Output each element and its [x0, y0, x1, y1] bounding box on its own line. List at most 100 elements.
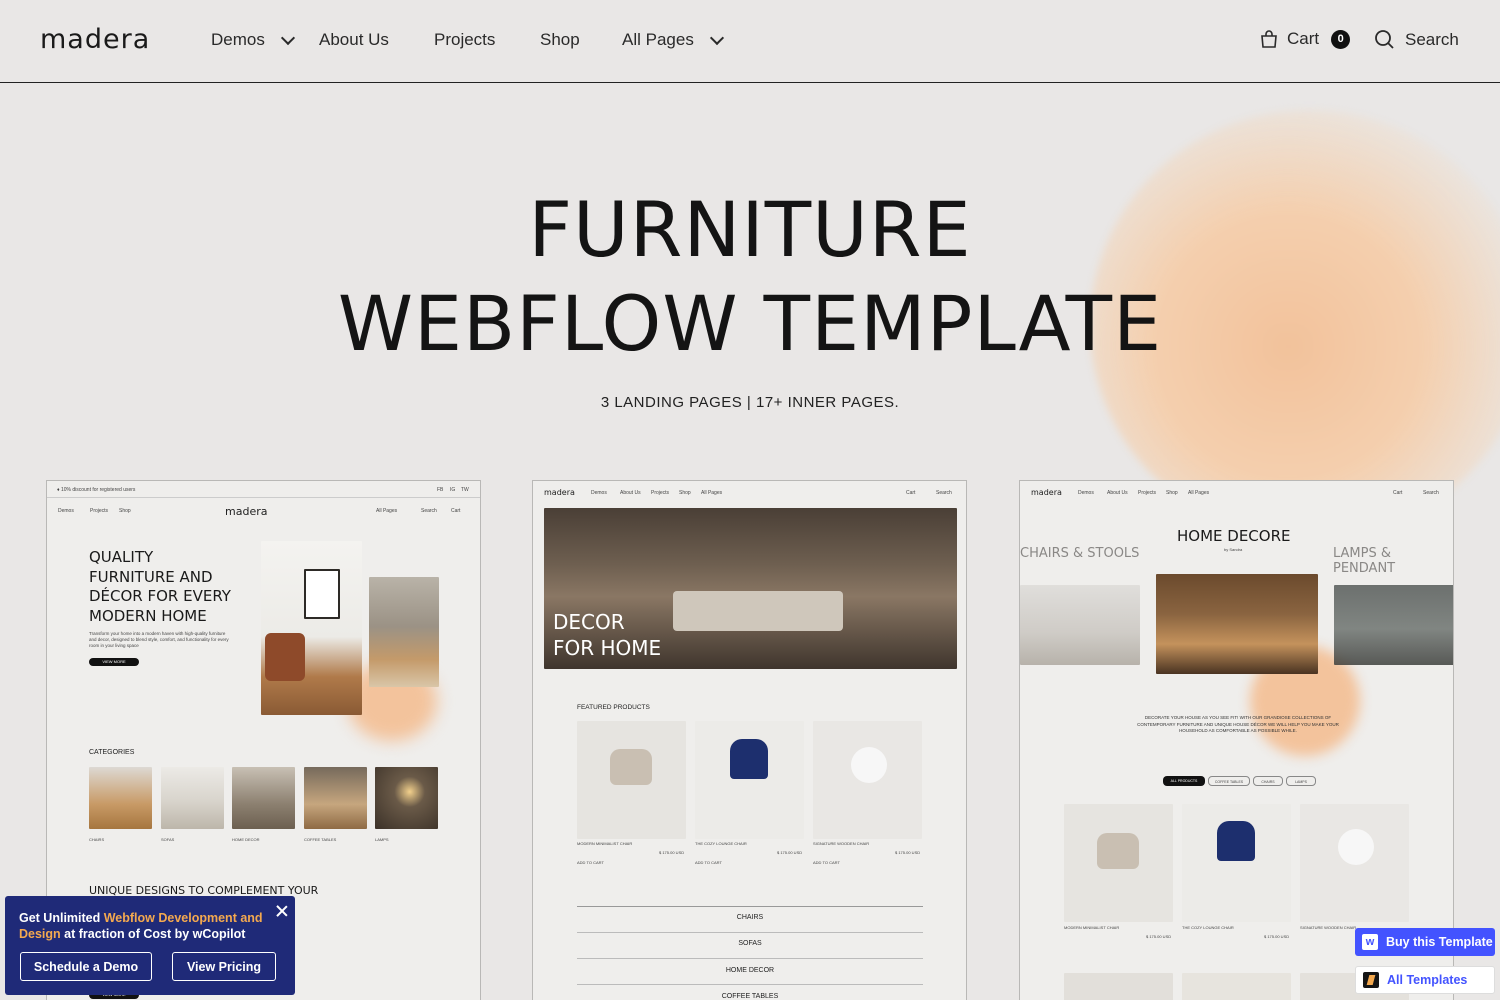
- demo3-description: DECORATE YOUR HOUSE AS YOU SEE FIT! WITH…: [1137, 715, 1339, 733]
- demo1-social-fb: FB: [437, 487, 444, 493]
- nav-shop-label: Shop: [540, 30, 580, 49]
- demo3-product-price: $ 175.00 USD: [1264, 934, 1290, 939]
- close-icon[interactable]: [275, 904, 289, 918]
- nav-about-us[interactable]: About Us: [319, 30, 389, 50]
- demo3-filter-chairs: CHAIRS: [1253, 776, 1283, 786]
- hero-subtitle: 3 LANDING PAGES | 17+ INNER PAGES.: [600, 394, 900, 411]
- demo2-hero-line: FOR HOME: [553, 636, 662, 660]
- demo2-bed: [673, 591, 843, 631]
- schedule-demo-button[interactable]: Schedule a Demo: [20, 952, 152, 981]
- demo1-category-label: COFFEE TABLES: [304, 837, 337, 842]
- demo3-filter-all-products: ALL PRODUCTS: [1163, 776, 1205, 786]
- demo2-product-name: SIGNATURE WOODEN CHAIR: [813, 841, 870, 846]
- cart-button[interactable]: Cart 0: [1259, 29, 1351, 49]
- demo2-logo: madera: [544, 488, 575, 497]
- demo3-nav: Demos: [1078, 490, 1094, 496]
- demo1-category-image-lamps: [375, 767, 438, 829]
- demo1-social-tw: TW: [461, 487, 469, 493]
- demo1-nav-demos: Demos: [58, 508, 74, 514]
- demo3-nav: About Us: [1107, 490, 1128, 496]
- divider: [47, 497, 480, 498]
- demo1-nav-shop: Shop: [119, 508, 131, 514]
- all-templates-label: All Templates: [1387, 973, 1468, 987]
- demo1-category-image-home-decor: [232, 767, 295, 829]
- demo3-slide-right-image: [1334, 585, 1453, 665]
- demo3-slide-right-title: LAMPS & PENDANT: [1333, 546, 1396, 576]
- demo1-headline-line: DÉCOR FOR EVERY: [89, 587, 231, 605]
- demo1-category-label: LAMPS: [375, 837, 389, 842]
- nav-demos[interactable]: Demos: [211, 30, 295, 50]
- demo2-menu-item: CHAIRS: [736, 914, 764, 921]
- demo1-headline: QUALITY FURNITURE AND DÉCOR FOR EVERY MO…: [89, 548, 231, 626]
- cart-count-badge: 0: [1331, 29, 1351, 49]
- demo3-slide-left-title: CHAIRS & STOOLS: [1020, 546, 1140, 561]
- demo1-category-image-coffee-tables: [304, 767, 367, 829]
- search-button[interactable]: Search: [1374, 29, 1459, 50]
- demo3-product-pillow-3: [1338, 829, 1374, 865]
- demo3-slide-center-image: [1156, 574, 1318, 674]
- nav-projects[interactable]: Projects: [434, 30, 495, 50]
- search-label: Search: [1405, 29, 1459, 49]
- nav-projects-label: Projects: [434, 30, 496, 49]
- demo1-logo: madera: [225, 505, 268, 518]
- nav-all-pages-label: All Pages: [622, 30, 694, 49]
- demo1-category-label: SOFAS: [161, 837, 175, 842]
- demo-card-2[interactable]: madera Demos About Us Projects Shop All …: [532, 480, 967, 1000]
- demo2-nav-cart: Cart: [906, 490, 916, 496]
- demo3-filter-coffee-tables: COFFEE TABLES: [1208, 776, 1250, 786]
- demo2-add-to-cart: ADD TO CART: [695, 860, 722, 865]
- hero-title-line2: WEBFLOW TEMPLATE: [337, 279, 1163, 368]
- demo3-product-price: $ 175.00 USD: [1146, 934, 1172, 939]
- site-logo[interactable]: madera: [40, 24, 150, 55]
- chevron-down-icon: [280, 30, 295, 46]
- divider: [577, 958, 923, 959]
- demo1-nav-all-pages: All Pages: [376, 508, 398, 514]
- demo2-add-to-cart: ADD TO CART: [577, 860, 604, 865]
- demo2-nav: All Pages: [701, 490, 723, 496]
- demo3-product-name: SIGNATURE WOODEN CHAIR: [1300, 925, 1357, 930]
- demo2-product-chair-1: [610, 749, 652, 785]
- cart-icon: [1261, 30, 1277, 48]
- all-templates-button[interactable]: All Templates: [1355, 966, 1495, 994]
- promo-text-pre: Get Unlimited: [19, 911, 104, 925]
- demo3-slide-left-image: [1020, 585, 1140, 665]
- demo2-menu-item: HOME DECOR: [725, 967, 775, 974]
- chevron-down-icon: [709, 30, 724, 46]
- demo3-product-image-4: [1064, 973, 1173, 1000]
- promo-text: Get Unlimited Webflow Development and De…: [19, 910, 281, 942]
- demo3-product-name: MODERN MINIMALIST CHAIR: [1064, 925, 1120, 930]
- hero-title-line1: FURNITURE: [528, 185, 972, 274]
- demo1-category-image-chairs: [89, 767, 152, 829]
- demo2-product-price: $ 175.00 USD: [895, 850, 921, 855]
- demo1-categories-title: CATEGORIES: [89, 749, 135, 756]
- nav-about-label: About Us: [319, 30, 389, 49]
- divider: [577, 932, 923, 933]
- demo2-add-to-cart: ADD TO CART: [813, 860, 840, 865]
- demo1-social-ig: IG: [450, 487, 456, 493]
- demo2-hero-line: DECOR: [553, 610, 625, 634]
- demo1-nav-cart: Cart: [451, 508, 461, 514]
- nav-demos-label: Demos: [211, 30, 265, 49]
- nav-shop[interactable]: Shop: [540, 30, 580, 50]
- demo3-nav: All Pages: [1188, 490, 1210, 496]
- demo2-product-price: $ 175.00 USD: [777, 850, 803, 855]
- demo3-logo: madera: [1031, 488, 1062, 497]
- demo2-hero-text: DECOR FOR HOME: [553, 609, 661, 661]
- demo1-category-label: HOME DECOR: [232, 837, 260, 842]
- demo1-headline-line: MODERN HOME: [89, 606, 207, 625]
- view-pricing-button[interactable]: View Pricing: [172, 952, 276, 981]
- promo-popup: Get Unlimited Webflow Development and De…: [5, 896, 295, 995]
- nav-all-pages[interactable]: All Pages: [622, 30, 724, 50]
- demo2-nav: About Us: [620, 490, 641, 496]
- demo-card-3[interactable]: madera Demos About Us Projects Shop All …: [1019, 480, 1454, 1000]
- demo1-headline-line: FURNITURE AND: [89, 567, 213, 586]
- demo3-product-chair-2: [1217, 821, 1255, 861]
- demo1-body: Transform your home into a modern haven …: [89, 631, 229, 648]
- demo1-headline-line: QUALITY: [89, 548, 154, 566]
- demo3-nav-search: Search: [1423, 490, 1439, 496]
- cart-label: Cart: [1287, 29, 1320, 48]
- demo3-product-chair-1: [1097, 833, 1139, 869]
- buy-template-button[interactable]: w Buy this Template: [1355, 928, 1495, 956]
- demo1-view-more-button: VIEW MORE: [89, 658, 139, 666]
- demo1-hero-image-bench: [369, 577, 439, 687]
